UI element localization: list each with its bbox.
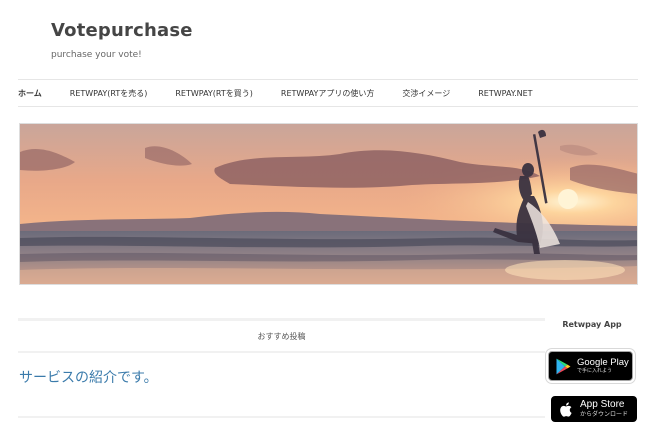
site-title[interactable]: Votepurchase: [51, 20, 193, 41]
site-tagline: purchase your vote!: [51, 50, 142, 60]
google-play-badge[interactable]: Google Play で手に入れよう: [548, 351, 633, 381]
main-nav: ホーム RETWPAY(RTを売る) RETWPAY(RTを買う) RETWPA…: [18, 80, 561, 106]
nav-item-negotiation[interactable]: 交渉イメージ: [402, 88, 450, 99]
nav-item-sell-rt[interactable]: RETWPAY(RTを売る): [70, 88, 148, 99]
nav-item-app-howto[interactable]: RETWPAYアプリの使い方: [281, 88, 374, 99]
nav-divider-bottom: [18, 106, 638, 107]
featured-posts-heading: おすすめ投稿: [257, 331, 306, 341]
hero-image: [19, 123, 638, 285]
app-store-main-text: App Store: [580, 399, 625, 411]
content-divider: [18, 416, 545, 418]
app-store-sub-text: からダウンロード: [580, 410, 629, 418]
sidebar-widget-title: Retwpay App: [562, 320, 622, 329]
google-play-icon: [556, 358, 571, 375]
nav-item-home[interactable]: ホーム: [18, 88, 42, 99]
nav-item-retwpay-net[interactable]: RETWPAY.NET: [478, 89, 532, 98]
nav-item-buy-rt[interactable]: RETWPAY(RTを買う): [175, 88, 253, 99]
google-play-sub-text: で手に入れよう: [577, 367, 613, 374]
featured-divider-bottom: [18, 351, 545, 353]
google-play-main-text: Google Play: [577, 356, 629, 368]
apple-icon: [560, 401, 572, 417]
post-title-link[interactable]: サービスの紹介です。: [19, 367, 158, 387]
app-store-badge[interactable]: App Store からダウンロード: [551, 396, 637, 422]
